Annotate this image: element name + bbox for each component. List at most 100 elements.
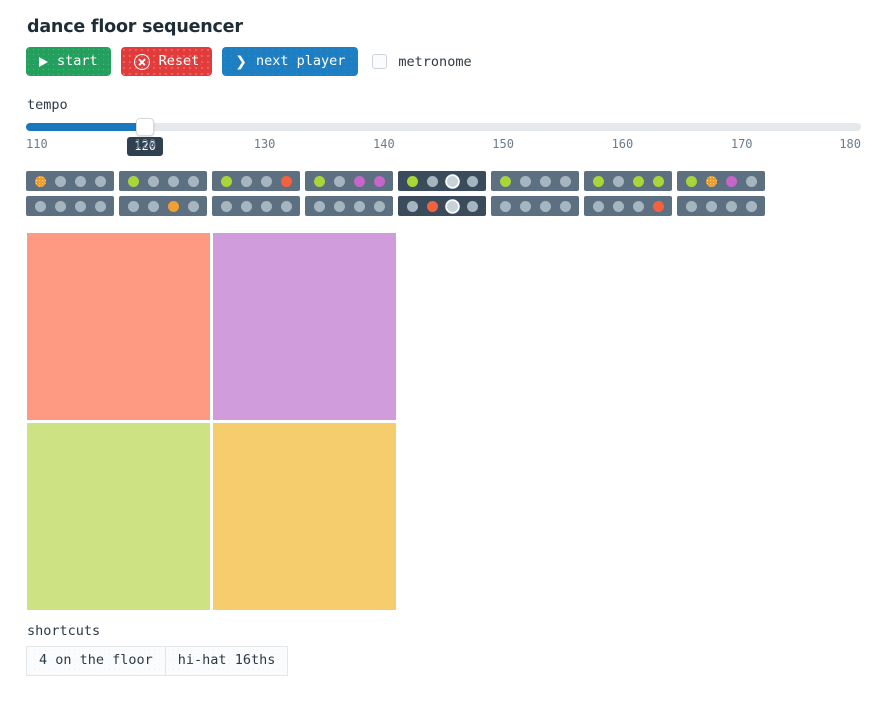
step-cell[interactable] [70, 199, 90, 213]
step-cell[interactable] [422, 174, 442, 188]
sequencer-row-1-group-4[interactable] [304, 170, 394, 192]
step-cell[interactable] [402, 199, 422, 213]
sequencer-group-5[interactable] [397, 170, 487, 217]
sequencer-row-1-group-1[interactable] [25, 170, 115, 192]
sequencer-row-2-group-6[interactable] [490, 195, 580, 217]
step-cell[interactable] [721, 199, 741, 213]
step-cell[interactable] [515, 199, 535, 213]
sequencer-row-2-group-5[interactable] [397, 195, 487, 217]
step-cell[interactable] [329, 199, 349, 213]
step-cell[interactable] [555, 199, 575, 213]
step-cell[interactable] [402, 174, 422, 188]
step-cell[interactable] [442, 199, 462, 213]
pad-salmon[interactable] [27, 233, 210, 420]
pad-orchid[interactable] [213, 233, 396, 420]
step-cell[interactable] [369, 174, 389, 188]
step-cell[interactable] [30, 174, 50, 188]
sequencer-group-7[interactable] [583, 170, 673, 217]
step-cell[interactable] [309, 199, 329, 213]
step-cell[interactable] [163, 199, 183, 213]
step-cell[interactable] [236, 199, 256, 213]
step-cell[interactable] [349, 174, 369, 188]
step-cell[interactable] [183, 199, 203, 213]
sequencer-row-2-group-4[interactable] [304, 195, 394, 217]
step-cell[interactable] [701, 174, 721, 188]
step-cell[interactable] [462, 199, 482, 213]
step-cell[interactable] [555, 174, 575, 188]
step-cell[interactable] [90, 174, 110, 188]
step-sequencer[interactable] [25, 170, 766, 217]
step-cell[interactable] [628, 174, 648, 188]
next-player-button[interactable]: ❯ next player [222, 47, 359, 76]
step-cell[interactable] [216, 199, 236, 213]
sequencer-group-2[interactable] [118, 170, 208, 217]
step-cell[interactable] [309, 174, 329, 188]
sequencer-row-1-group-2[interactable] [118, 170, 208, 192]
step-cell[interactable] [90, 199, 110, 213]
step-cell[interactable] [216, 174, 236, 188]
step-cell[interactable] [143, 174, 163, 188]
sequencer-row-2-group-2[interactable] [118, 195, 208, 217]
step-cell[interactable] [681, 199, 701, 213]
sequencer-row-2-group-3[interactable] [211, 195, 301, 217]
step-cell[interactable] [256, 174, 276, 188]
step-cell[interactable] [143, 199, 163, 213]
step-cell[interactable] [123, 199, 143, 213]
step-cell[interactable] [628, 199, 648, 213]
step-cell[interactable] [588, 174, 608, 188]
tempo-slider-thumb[interactable] [136, 118, 155, 136]
step-cell[interactable] [648, 199, 668, 213]
shortcut-button-1[interactable]: 4 on the floor [26, 646, 165, 676]
step-cell[interactable] [256, 199, 276, 213]
step-cell[interactable] [442, 174, 462, 188]
sequencer-group-3[interactable] [211, 170, 301, 217]
metronome-toggle[interactable]: metronome [372, 54, 472, 70]
step-cell[interactable] [462, 174, 482, 188]
step-cell[interactable] [183, 174, 203, 188]
step-cell[interactable] [236, 174, 256, 188]
sequencer-row-1-group-7[interactable] [583, 170, 673, 192]
sequencer-group-8[interactable] [676, 170, 766, 217]
step-cell[interactable] [50, 199, 70, 213]
metronome-checkbox[interactable] [372, 54, 388, 69]
sequencer-group-4[interactable] [304, 170, 394, 217]
sequencer-row-1-group-3[interactable] [211, 170, 301, 192]
pad-lime[interactable] [27, 423, 210, 610]
step-cell[interactable] [608, 174, 628, 188]
sequencer-row-1-group-8[interactable] [676, 170, 766, 192]
step-cell[interactable] [276, 199, 296, 213]
step-cell[interactable] [276, 174, 296, 188]
step-cell[interactable] [608, 199, 628, 213]
step-cell[interactable] [329, 174, 349, 188]
sequencer-row-2-group-8[interactable] [676, 195, 766, 217]
sequencer-group-1[interactable] [25, 170, 115, 217]
shortcut-button-2[interactable]: hi-hat 16ths [164, 646, 289, 676]
step-cell[interactable] [123, 174, 143, 188]
step-cell[interactable] [30, 199, 50, 213]
step-cell[interactable] [721, 174, 741, 188]
sequencer-row-2-group-7[interactable] [583, 195, 673, 217]
sequencer-row-1-group-6[interactable] [490, 170, 580, 192]
tempo-slider[interactable]: 120 110 120 130 140 150 160 170 180 [26, 118, 861, 160]
step-cell[interactable] [422, 199, 442, 213]
sequencer-row-2-group-1[interactable] [25, 195, 115, 217]
step-cell[interactable] [741, 199, 761, 213]
step-cell[interactable] [369, 199, 389, 213]
start-button[interactable]: start [26, 47, 111, 76]
step-cell[interactable] [70, 174, 90, 188]
sequencer-group-6[interactable] [490, 170, 580, 217]
step-cell[interactable] [495, 199, 515, 213]
step-cell[interactable] [535, 174, 555, 188]
shortcuts-group[interactable]: 4 on the floor hi-hat 16ths [26, 646, 289, 676]
step-cell[interactable] [701, 199, 721, 213]
step-cell[interactable] [741, 174, 761, 188]
pad-grid[interactable] [27, 233, 396, 610]
step-cell[interactable] [535, 199, 555, 213]
step-cell[interactable] [163, 174, 183, 188]
step-cell[interactable] [588, 199, 608, 213]
pad-amber[interactable] [213, 423, 396, 610]
step-cell[interactable] [349, 199, 369, 213]
step-cell[interactable] [515, 174, 535, 188]
step-cell[interactable] [648, 174, 668, 188]
step-cell[interactable] [50, 174, 70, 188]
